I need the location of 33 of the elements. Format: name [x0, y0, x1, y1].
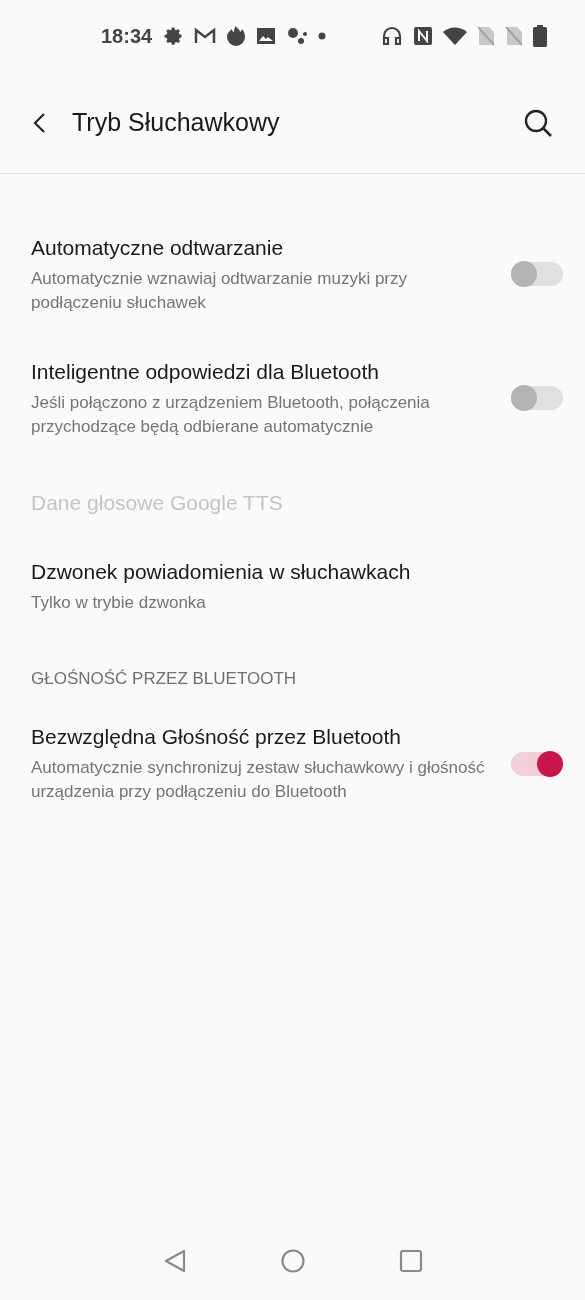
battery-icon: [533, 25, 547, 47]
image-icon: [256, 26, 277, 46]
home-icon[interactable]: [279, 1248, 306, 1274]
status-time: 18:34: [101, 24, 153, 49]
wifi-icon: [443, 26, 467, 46]
toggle-switch[interactable]: [511, 751, 563, 776]
no-sim-icon: [505, 26, 523, 46]
toggle-switch[interactable]: [511, 386, 563, 410]
settings-item[interactable]: Dzwonek powiadomienia w słuchawkach Tylko w trybie dzwonka: [0, 544, 585, 628]
item-title: Dzwonek powiadomienia w słuchawkach: [31, 558, 412, 585]
mail-icon: [194, 27, 217, 45]
toggle-switch[interactable]: [511, 262, 563, 286]
item-title: Inteligentne odpowiedzi dla Bluetooth: [31, 358, 380, 385]
headphones-icon: [381, 25, 403, 47]
gear-icon: [164, 26, 185, 46]
section-heading: GŁOŚNOŚĆ PRZEZ BLUETOOTH: [31, 669, 297, 688]
item-title: Bezwzględna Głośność przez Bluetooth: [31, 724, 403, 750]
nfc-icon: [413, 26, 433, 46]
recents-icon[interactable]: [397, 1248, 424, 1274]
settings-item[interactable]: Automatyczne odtwarzanie Automatycznie wznawiaj odtwarzanie muzyki przy podłączeniu słuchawek: [0, 212, 585, 336]
settings-item[interactable]: Inteligentne odpowiedzi dla Bluetooth Jeśli połączono z urządzeniem Bluetooth, połączenia przychodzące będą odbierane automatycznie: [0, 336, 585, 460]
flame-icon: [226, 25, 247, 47]
item-description: Jeśli połączono z urządzeniem Bluetooth, połączenia przychodzące będą odbierane automatycznie: [31, 391, 431, 438]
item-description: Tylko w trybie dzwonka: [31, 591, 207, 614]
page-title: Tryb Słuchawkowy: [72, 106, 281, 138]
settings-item[interactable]: Bezwzględna Głośność przez Bluetooth Automatycznie synchronizuj zestaw słuchawkowy i głośność urządzenia przy podłączeniu do Bluetooth: [0, 701, 585, 826]
item-description: Automatycznie synchronizuj zestaw słuchawkowy i głośność urządzenia przy podłączeniu do Bluetooth: [31, 757, 486, 803]
item-description: Automatycznie wznawiaj odtwarzanie muzyki przy podłączeniu słuchawek: [31, 267, 409, 314]
search-icon[interactable]: [523, 107, 553, 138]
no-sim-icon: [477, 26, 495, 46]
assistant-icon: [286, 25, 309, 47]
dot-icon: [318, 32, 327, 40]
item-title: Automatyczne odtwarzanie: [31, 234, 285, 261]
